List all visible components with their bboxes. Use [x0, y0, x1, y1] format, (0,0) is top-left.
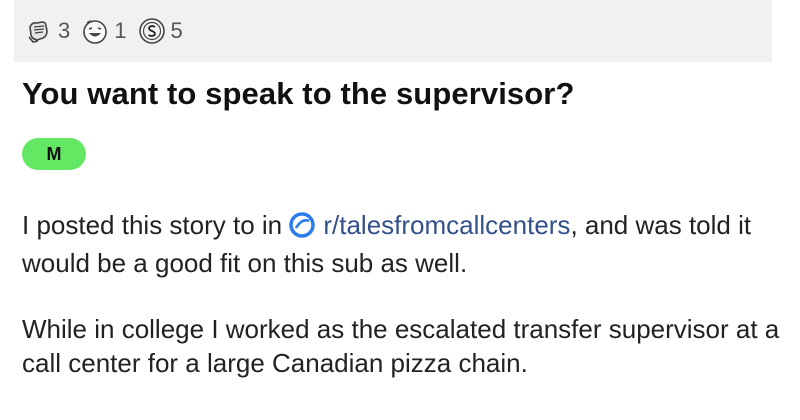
award-count: 3 [58, 18, 71, 43]
silver-coin-award-icon [137, 16, 167, 46]
award-silver[interactable]: 5 [137, 16, 183, 46]
subreddit-link-text: r/talesfromcallcenters [323, 210, 571, 240]
awards-bar: 3 1 5 [14, 0, 772, 62]
post-flair-badge[interactable]: M [22, 138, 86, 170]
award-fist[interactable]: 3 [24, 16, 70, 46]
post-body-paragraph: I posted this story to in r/talesfromcal… [22, 208, 782, 280]
subreddit-link[interactable]: r/talesfromcallcenters [289, 210, 570, 240]
award-laughing[interactable]: 1 [80, 16, 127, 46]
post-title[interactable]: You want to speak to the supervisor? [22, 76, 575, 112]
post-body-paragraph: While in college I worked as the escalat… [22, 314, 780, 378]
laughing-face-award-icon [80, 16, 110, 46]
subreddit-icon [289, 212, 316, 246]
fist-award-icon [24, 16, 54, 46]
award-count: 1 [114, 18, 127, 43]
paragraph-text: I posted this story to in [22, 210, 290, 240]
award-count: 5 [170, 18, 183, 43]
